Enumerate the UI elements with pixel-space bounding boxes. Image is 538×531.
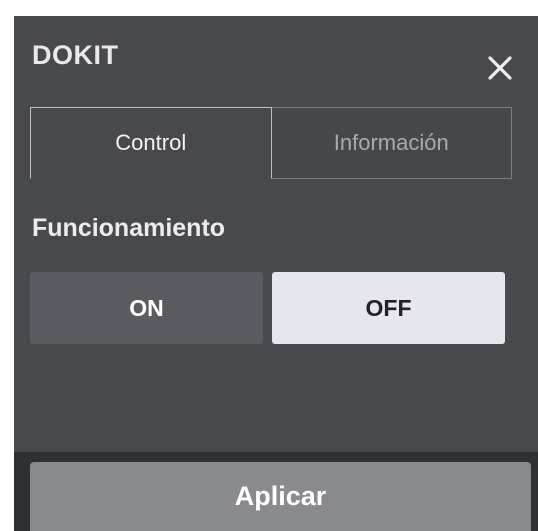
close-button[interactable] [482, 50, 518, 86]
tab-bar: Control Información [30, 107, 512, 179]
tab-informacion-label: Información [333, 130, 449, 155]
tab-informacion[interactable]: Información [271, 107, 512, 179]
off-button[interactable]: OFF [272, 272, 505, 344]
apply-button[interactable]: Aplicar [30, 462, 531, 531]
operation-label: Funcionamiento [32, 214, 226, 242]
close-icon [488, 56, 512, 80]
off-button-label: OFF [365, 294, 412, 321]
on-button-label: ON [129, 294, 164, 321]
operation-toggle: ON OFF [30, 272, 505, 344]
dialog-title: DOKIT [32, 40, 119, 70]
on-button[interactable]: ON [30, 272, 263, 344]
dokit-dialog: DOKIT Control Información Funcionamiento… [14, 16, 538, 452]
tab-control-label: Control [115, 130, 187, 155]
apply-button-label: Aplicar [234, 481, 327, 511]
tab-control[interactable]: Control [30, 107, 272, 179]
